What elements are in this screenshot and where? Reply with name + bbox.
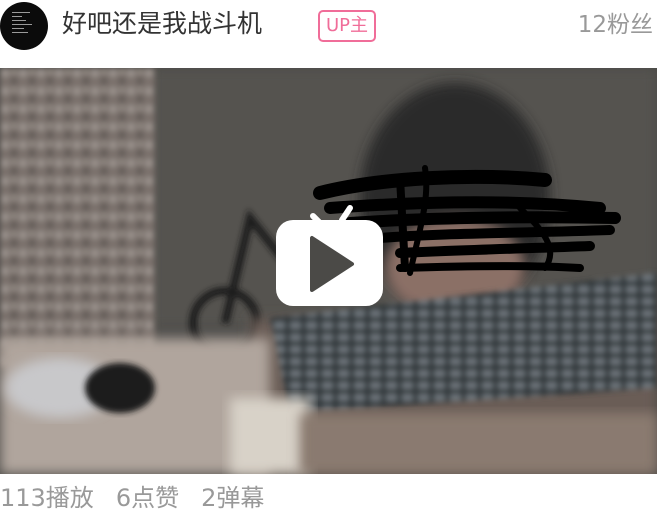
uploader-avatar[interactable] [0,2,48,50]
uploader-header: 好吧还是我战斗机 UP主 12粉丝 [0,0,657,60]
thumbnail-image [0,68,657,474]
fan-count: 12粉丝 [577,12,653,38]
play-count: 113播放 [0,484,94,512]
danmaku-count: 2弹幕 [201,484,265,512]
video-stats: 113播放 6点赞 2弹幕 [0,478,286,518]
up-badge: UP主 [318,10,377,42]
bilibili-play-icon[interactable] [276,205,383,306]
uploader-name[interactable]: 好吧还是我战斗机 [62,6,262,42]
video-thumbnail[interactable] [0,68,657,474]
avatar-text-lines [12,12,36,40]
like-count: 6点赞 [115,484,180,512]
